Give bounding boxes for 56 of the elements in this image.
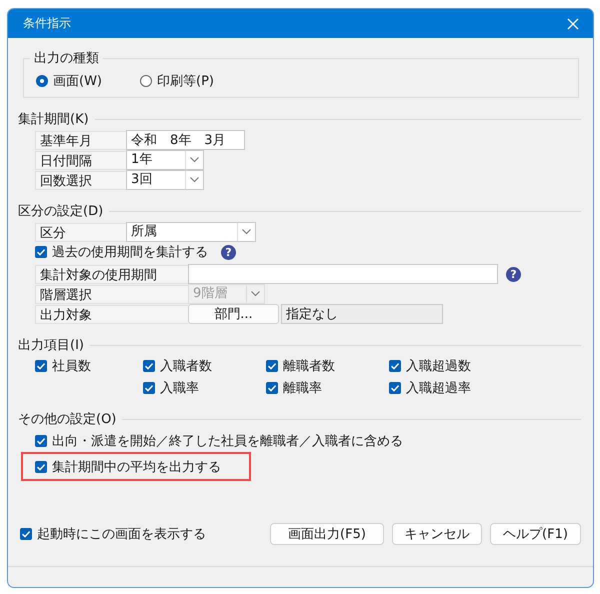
chevron-down-icon xyxy=(251,291,260,297)
window-title: 条件指示 xyxy=(23,15,71,32)
checkbox[interactable] xyxy=(389,360,401,372)
dropdown[interactable]: 3回 xyxy=(126,170,204,190)
radio-button[interactable] xyxy=(140,75,152,87)
checkbox-label[interactable]: 入職者数 xyxy=(160,357,212,375)
checkbox[interactable] xyxy=(35,360,47,372)
dialog-button[interactable]: 画面出力(F5) xyxy=(270,523,384,545)
chevron-down-icon xyxy=(190,177,199,183)
checkbox[interactable] xyxy=(389,382,401,394)
field-label: 基準年月 xyxy=(35,130,126,150)
chevron-down-icon xyxy=(190,157,199,163)
section-title: 区分の設定(D) xyxy=(18,203,104,220)
checkbox-label[interactable]: 出向・派遣を開始／終了した社員を離職者／入職者に含める xyxy=(52,432,403,450)
checkbox[interactable] xyxy=(266,360,278,372)
radio-button[interactable] xyxy=(36,75,48,87)
dropdown[interactable]: 1年 xyxy=(126,150,204,170)
input-field[interactable] xyxy=(188,264,498,284)
checkbox-label[interactable]: 離職者数 xyxy=(283,357,335,375)
checkbox[interactable] xyxy=(143,382,155,394)
field-label: 階層選択 xyxy=(35,284,188,304)
dropdown[interactable]: 所属 xyxy=(126,222,256,242)
dialog-button[interactable]: ヘルプ(F1) xyxy=(490,523,581,545)
checkbox[interactable] xyxy=(266,382,278,394)
select-button[interactable]: 部門... xyxy=(188,304,279,324)
section-title: その他の設定(O) xyxy=(18,411,116,428)
chevron-down-icon xyxy=(242,229,251,235)
checkbox-label[interactable]: 起動時にこの画面を表示する xyxy=(37,525,206,543)
checkbox-label[interactable]: 過去の使用期間を集計する xyxy=(52,243,208,261)
help-icon[interactable]: ? xyxy=(506,266,521,282)
checkbox-label[interactable]: 集計期間中の平均を出力する xyxy=(52,458,221,476)
checkbox-label[interactable]: 社員数 xyxy=(52,357,91,375)
field-label: 回数選択 xyxy=(35,170,126,190)
help-icon[interactable]: ? xyxy=(221,244,236,260)
checkbox[interactable] xyxy=(35,246,47,258)
checkbox[interactable] xyxy=(20,528,32,540)
radio-label[interactable]: 印刷等(P) xyxy=(157,72,214,90)
field-label: 区分 xyxy=(35,222,126,242)
radio-label[interactable]: 画面(W) xyxy=(53,72,102,90)
close-button[interactable] xyxy=(567,18,579,30)
readonly-field: 指定なし xyxy=(281,304,443,324)
field-label: 出力対象 xyxy=(35,304,188,324)
checkbox-label[interactable]: 入職超過率 xyxy=(406,379,471,397)
checkbox[interactable] xyxy=(35,460,47,472)
dialog-button[interactable]: キャンセル xyxy=(392,523,482,545)
checkbox[interactable] xyxy=(143,360,155,372)
section-title: 集計期間(K) xyxy=(18,111,89,128)
field-label: 集計対象の使用期間 xyxy=(35,264,188,284)
checkbox-label[interactable]: 入職超過数 xyxy=(406,357,471,375)
checkbox-label[interactable]: 離職率 xyxy=(283,379,322,397)
checkbox-label[interactable]: 入職率 xyxy=(160,379,199,397)
section-title: 出力項目(I) xyxy=(18,337,84,354)
group-title: 出力の種類 xyxy=(30,49,103,67)
field-label: 日付間隔 xyxy=(35,150,126,170)
checkbox[interactable] xyxy=(35,435,47,447)
date-field[interactable]: 令和 8年 3月 xyxy=(126,130,245,150)
